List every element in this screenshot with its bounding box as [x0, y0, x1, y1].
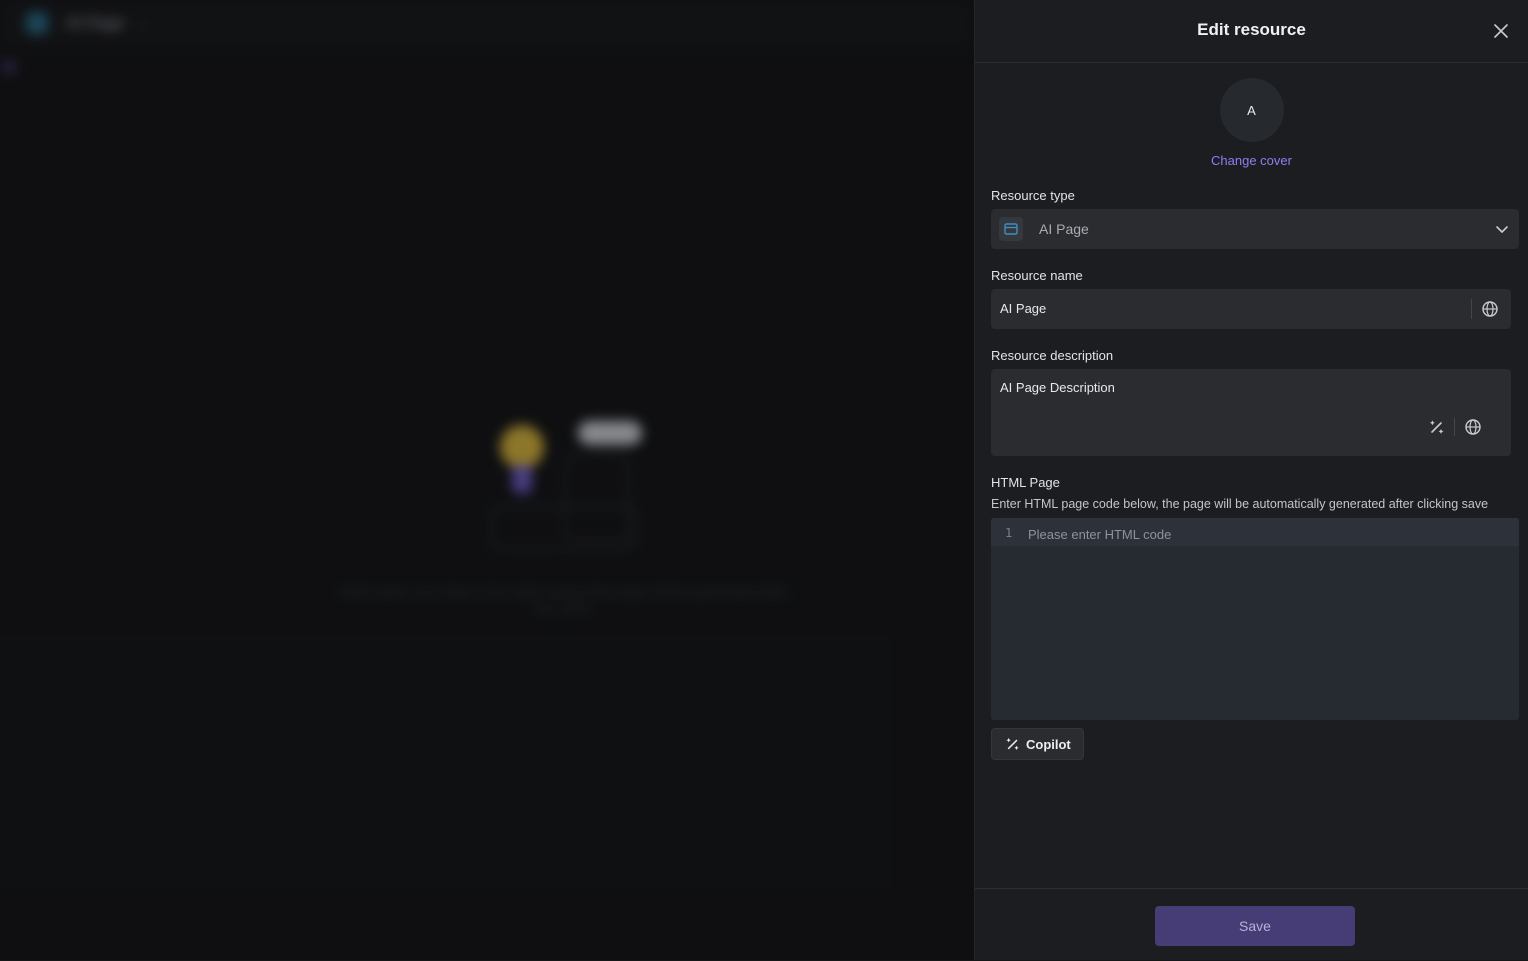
- code-placeholder: Please enter HTML code: [1028, 527, 1172, 542]
- globe-icon[interactable]: [1481, 300, 1499, 318]
- resource-type-label: Resource type: [991, 188, 1075, 203]
- browser-window-icon: [999, 217, 1023, 241]
- cover-section: A Change cover: [975, 78, 1528, 170]
- save-button[interactable]: Save: [1155, 906, 1355, 946]
- drawer-title: Edit resource: [1197, 20, 1306, 39]
- divider: [1471, 299, 1472, 319]
- close-icon: [1494, 24, 1508, 38]
- resource-type-value: AI Page: [1039, 221, 1089, 237]
- drawer-header: Edit resource: [975, 0, 1528, 63]
- magic-wand-icon: [1006, 737, 1019, 750]
- modal-overlay[interactable]: [0, 0, 974, 960]
- close-button[interactable]: [1488, 18, 1514, 44]
- edit-resource-drawer: Edit resource A Change cover Resource ty…: [974, 0, 1528, 960]
- change-cover-link[interactable]: Change cover: [1211, 153, 1292, 168]
- chevron-down-icon: [1496, 226, 1508, 233]
- resource-name-input[interactable]: AI Page: [991, 289, 1511, 329]
- magic-wand-icon[interactable]: [1429, 419, 1445, 435]
- background-app: AI Page ⌄ Write down your idea in the ri…: [0, 0, 974, 960]
- cover-avatar[interactable]: A: [1219, 78, 1284, 142]
- copilot-label: Copilot: [1026, 736, 1071, 752]
- resource-description-value: AI Page Description: [1000, 380, 1115, 395]
- copilot-button[interactable]: Copilot: [991, 728, 1084, 760]
- drawer-footer: Save: [975, 888, 1528, 961]
- divider: [1454, 418, 1455, 436]
- globe-icon[interactable]: [1464, 418, 1482, 436]
- resource-name-value: AI Page: [1000, 301, 1047, 316]
- line-number: 1: [1005, 526, 1013, 540]
- html-code-editor[interactable]: 1 Please enter HTML code: [991, 518, 1519, 720]
- html-page-hint: Enter HTML page code below, the page wil…: [991, 497, 1489, 511]
- resource-description-label: Resource description: [991, 348, 1114, 363]
- html-page-label: HTML Page: [991, 475, 1060, 490]
- resource-name-label: Resource name: [991, 268, 1083, 283]
- code-line-active: 1 Please enter HTML code: [991, 518, 1519, 546]
- resource-description-textarea[interactable]: AI Page Description: [991, 369, 1511, 456]
- resource-type-select[interactable]: AI Page: [991, 209, 1519, 249]
